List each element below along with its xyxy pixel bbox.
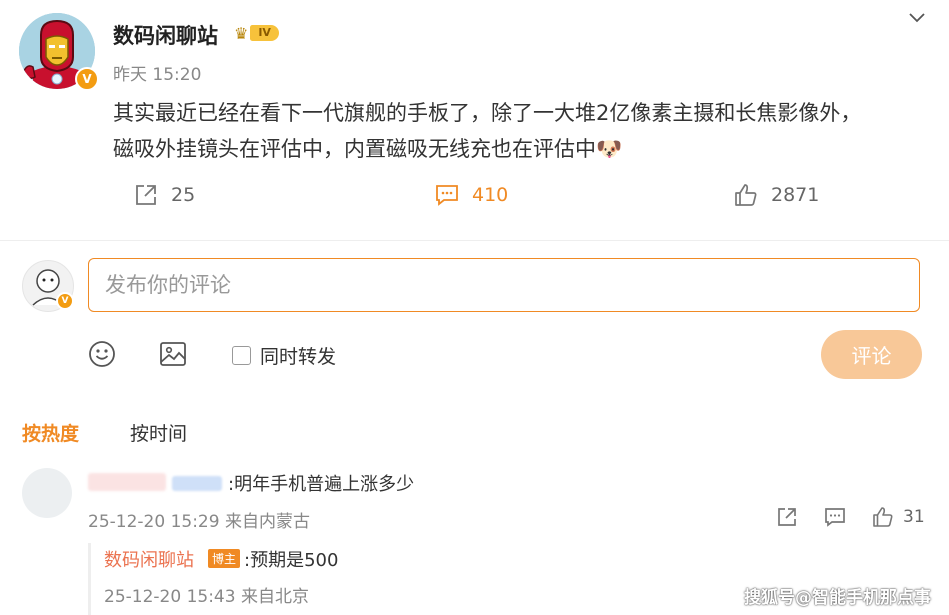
- reply-meta: 25-12-20 15:43 来自北京: [104, 587, 309, 607]
- sort-by-hot-tab[interactable]: 按热度: [22, 419, 79, 446]
- crown-icon: ♛: [234, 23, 249, 43]
- post-text-line-1: 其实最近已经在看下一代旗舰的手板了，除了一大堆2亿像素主摄和长焦影像外，: [113, 101, 862, 125]
- post-text-line-2: 磁吸外挂镜头在评估中，内置磁吸无线充也在评估中🐶: [113, 131, 913, 167]
- commenter-name-blurred: [88, 473, 166, 491]
- level-badge: ♛ IV: [234, 23, 279, 43]
- comment-text: :明年手机普遍上涨多少: [228, 474, 415, 495]
- thumbs-up-icon: [873, 507, 893, 527]
- post-text: 其实最近已经在看下一代旗舰的手板了，除了一大堆2亿像素主摄和长焦影像外， 磁吸外…: [113, 95, 913, 167]
- like-button[interactable]: 2871: [733, 182, 819, 208]
- comment-meta: 25-12-20 15:29 来自内蒙古: [88, 512, 310, 532]
- image-icon[interactable]: [158, 339, 188, 369]
- commenter-badge-blurred: [172, 476, 222, 491]
- comment-icon: [825, 508, 845, 527]
- reply-author-name[interactable]: 数码闲聊站: [104, 546, 194, 572]
- comment-like-button[interactable]: 31: [871, 505, 925, 529]
- share-icon: [136, 185, 156, 205]
- reply-text: :预期是500: [244, 550, 339, 571]
- divider: [0, 240, 949, 241]
- like-count: 2871: [771, 184, 820, 206]
- post-time[interactable]: 昨天 15:20: [113, 60, 201, 85]
- repost-checkbox-label: 同时转发: [260, 346, 337, 368]
- comment-button[interactable]: 410: [434, 182, 508, 208]
- comment-input-container[interactable]: [88, 258, 920, 312]
- repost-checkbox[interactable]: 同时转发: [232, 342, 336, 369]
- blogger-tag: 博主: [208, 549, 241, 568]
- comment-count: 410: [472, 184, 509, 206]
- comment-icon: [436, 185, 458, 206]
- repost-count: 25: [171, 184, 196, 206]
- level-text: IV: [250, 25, 279, 41]
- submit-comment-button[interactable]: 评论: [821, 330, 922, 379]
- chevron-down-icon[interactable]: [907, 8, 927, 28]
- reply-thread-bar: [88, 543, 91, 615]
- thumbs-up-icon: [735, 184, 757, 206]
- commenter-avatar[interactable]: [22, 468, 72, 518]
- comment-input[interactable]: [89, 259, 919, 311]
- repost-button[interactable]: 25: [133, 182, 195, 208]
- comment-share-button[interactable]: [775, 505, 799, 529]
- checkbox-box[interactable]: [232, 346, 251, 365]
- share-icon: [778, 508, 796, 526]
- post-text-line-2-body: 磁吸外挂镜头在评估中，内置磁吸无线充也在评估中: [113, 137, 596, 161]
- verified-badge: V: [75, 67, 99, 91]
- watermark: 搜狐号@智能手机那点事: [744, 588, 931, 608]
- author-name[interactable]: 数码闲聊站: [113, 20, 218, 50]
- sort-by-time-tab[interactable]: 按时间: [130, 419, 187, 446]
- comment-reply-button[interactable]: [823, 505, 847, 529]
- dog-emoji-icon: 🐶: [596, 137, 623, 161]
- comment-like-count: 31: [903, 507, 925, 527]
- current-user-verified-badge: V: [56, 292, 74, 310]
- emoji-icon[interactable]: [87, 339, 117, 369]
